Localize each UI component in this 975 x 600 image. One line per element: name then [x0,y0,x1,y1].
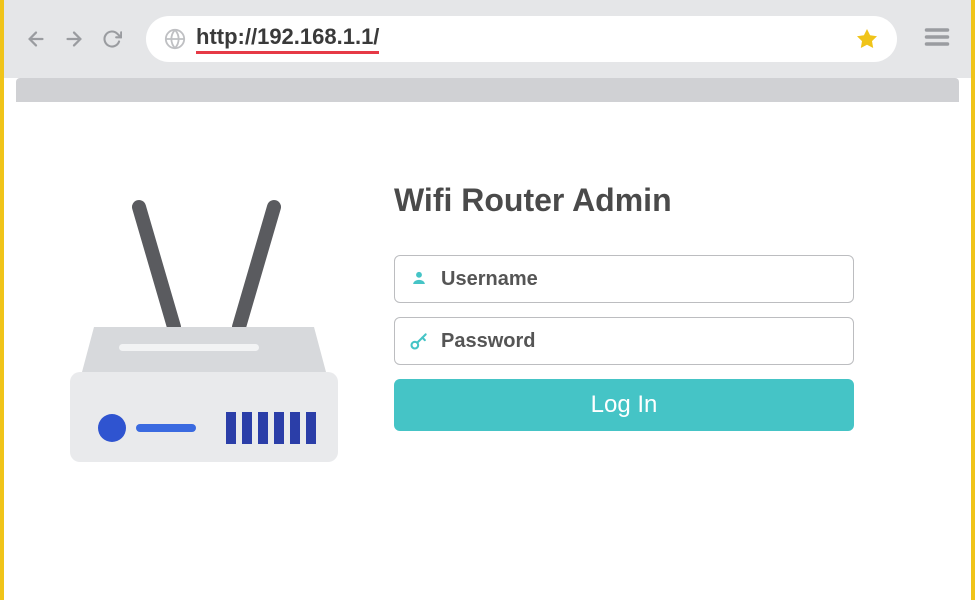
password-field-wrap[interactable] [394,317,854,365]
router-illustration [44,172,354,492]
forward-button[interactable] [62,27,86,51]
reload-icon [102,29,122,49]
user-icon [409,269,429,289]
password-input[interactable] [441,330,839,353]
browser-toolbar: http://192.168.1.1/ [4,0,971,78]
page-content: Wifi Router Admin Log In [4,102,971,542]
url-text: http://192.168.1.1/ [196,24,379,54]
router-icon [44,172,354,492]
arrow-right-icon [63,28,85,50]
login-panel: Wifi Router Admin Log In [394,152,854,431]
back-button[interactable] [24,27,48,51]
username-input[interactable] [441,268,839,291]
menu-button[interactable] [923,23,951,56]
bookmark-star-icon[interactable] [855,27,879,51]
arrow-left-icon [25,28,47,50]
username-field-wrap[interactable] [394,255,854,303]
key-icon [409,331,429,351]
login-title: Wifi Router Admin [394,182,854,219]
address-bar[interactable]: http://192.168.1.1/ [146,16,897,62]
globe-icon [164,28,186,50]
hamburger-icon [923,23,951,51]
reload-button[interactable] [100,27,124,51]
login-button[interactable]: Log In [394,379,854,431]
tab-strip [16,78,959,102]
